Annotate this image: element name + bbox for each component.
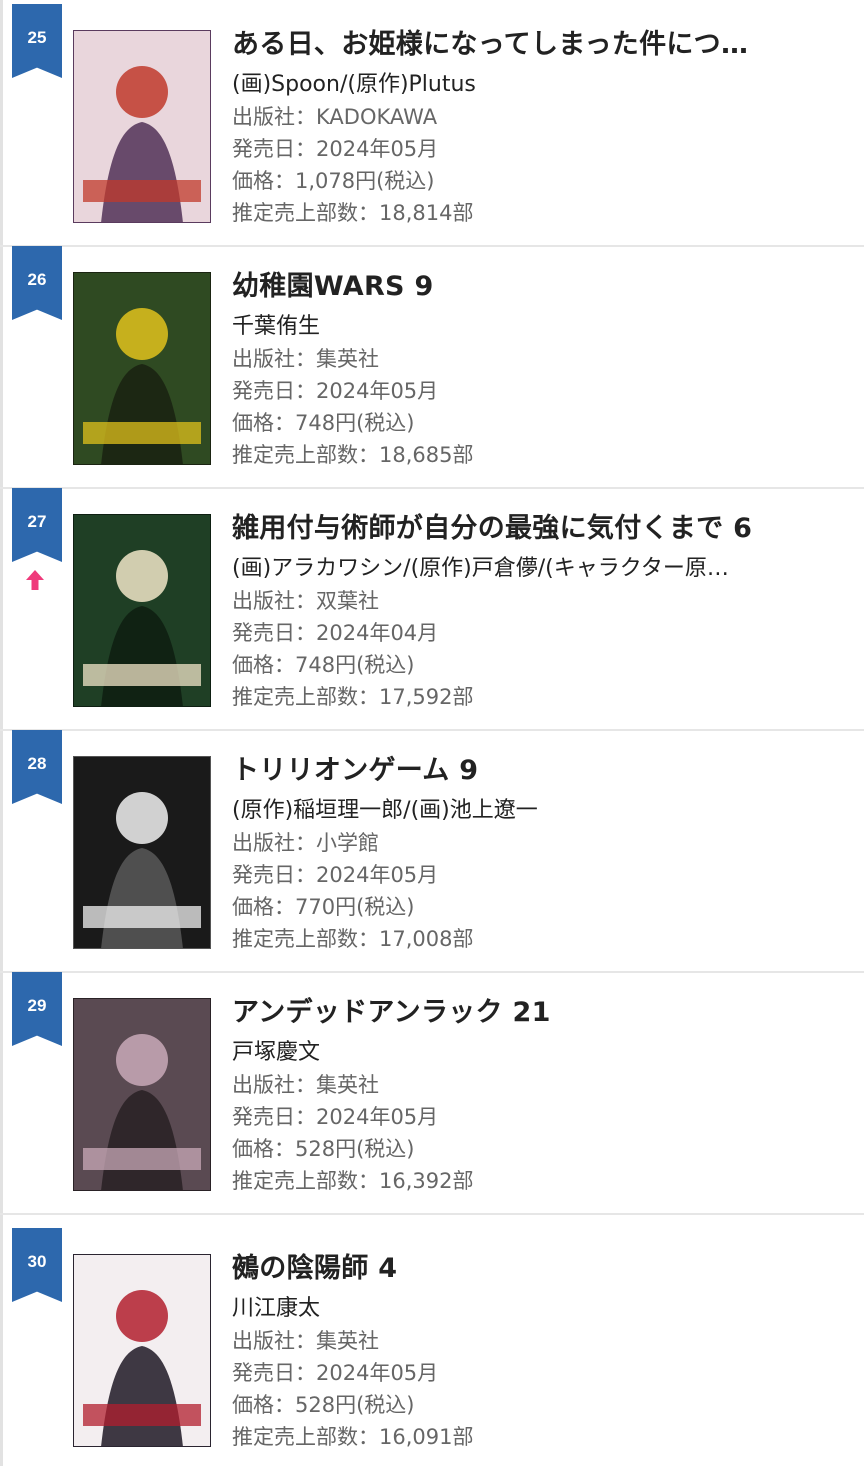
book-estimated-sales: 推定売上部数：16,091部 xyxy=(232,1425,474,1449)
book-publisher: 出版社：集英社 xyxy=(232,347,379,371)
book-publisher: 出版社：KADOKAWA xyxy=(232,105,438,129)
rank-number: 28 xyxy=(27,754,47,773)
book-price: 価格：528円(税込) xyxy=(232,1393,415,1417)
book-release-date: 発売日：2024年05月 xyxy=(232,379,439,403)
book-publisher: 出版社：集英社 xyxy=(232,1073,379,1097)
book-info: 幼稚園WARS 9 千葉侑生 出版社：集英社 発売日：2024年05月 価格：7… xyxy=(232,268,848,471)
ranking-entry[interactable]: 29 アンデッドアンラック 21 戸塚慶文 出版社：集英社 発売日：2024年0… xyxy=(0,972,864,1215)
book-cover-image[interactable] xyxy=(73,1254,211,1447)
rank-number: 26 xyxy=(27,270,47,289)
book-price: 価格：528円(税込) xyxy=(232,1137,415,1161)
book-author: 千葉侑生 xyxy=(232,314,321,339)
book-author: (原作)稲垣理一郎/(画)池上遼一 xyxy=(232,798,538,823)
book-estimated-sales: 推定売上部数：17,008部 xyxy=(232,927,474,951)
book-title-link[interactable]: 鵺の陰陽師 4 xyxy=(232,1250,848,1288)
book-price: 価格：748円(税込) xyxy=(232,653,415,677)
book-price: 価格：1,078円(税込) xyxy=(232,169,435,193)
book-cover-image[interactable] xyxy=(73,272,211,465)
book-info: 雑用付与術師が自分の最強に気付くまで 6 (画)アラカワシン/(原作)戸倉儚/(… xyxy=(232,510,848,713)
book-title-link[interactable]: アンデッドアンラック 21 xyxy=(232,994,848,1032)
rank-number: 25 xyxy=(27,28,47,47)
ranking-entry[interactable]: 25 ある日、お姫様になってしまった件につ… (画)Spoon/(原作)Plut… xyxy=(0,4,864,247)
book-release-date: 発売日：2024年05月 xyxy=(232,863,439,887)
book-author: (画)Spoon/(原作)Plutus xyxy=(232,72,476,97)
book-title-link[interactable]: 幼稚園WARS 9 xyxy=(232,268,848,306)
book-release-date: 発売日：2024年05月 xyxy=(232,1105,439,1129)
ranking-entry[interactable]: 26 幼稚園WARS 9 千葉侑生 出版社：集英社 発売日：2024年05月 価… xyxy=(0,246,864,489)
book-info: ある日、お姫様になってしまった件につ… (画)Spoon/(原作)Plutus … xyxy=(232,26,848,229)
book-info: トリリオンゲーム 9 (原作)稲垣理一郎/(画)池上遼一 出版社：小学館 発売日… xyxy=(232,752,848,955)
ranking-entry[interactable]: 27 雑用付与術師が自分の最強に気付くまで 6 (画)アラカワシン/(原作)戸倉… xyxy=(0,488,864,731)
book-cover-image[interactable] xyxy=(73,514,211,707)
book-title-link[interactable]: トリリオンゲーム 9 xyxy=(232,752,848,790)
rank-number: 30 xyxy=(27,1252,47,1271)
book-title-link[interactable]: 雑用付与術師が自分の最強に気付くまで 6 xyxy=(232,510,848,548)
rank-number: 27 xyxy=(27,512,47,531)
rank-number: 29 xyxy=(27,996,47,1015)
book-info: 鵺の陰陽師 4 川江康太 出版社：集英社 発売日：2024年05月 価格：528… xyxy=(232,1250,848,1453)
book-release-date: 発売日：2024年04月 xyxy=(232,621,439,645)
book-publisher: 出版社：小学館 xyxy=(232,831,379,855)
book-estimated-sales: 推定売上部数：16,392部 xyxy=(232,1169,474,1193)
book-cover-image[interactable] xyxy=(73,30,211,223)
ranking-entry[interactable]: 28 トリリオンゲーム 9 (原作)稲垣理一郎/(画)池上遼一 出版社：小学館 … xyxy=(0,730,864,973)
book-estimated-sales: 推定売上部数：18,814部 xyxy=(232,201,474,225)
ranking-entry[interactable]: 30 鵺の陰陽師 4 川江康太 出版社：集英社 発売日：2024年05月 価格：… xyxy=(0,1228,864,1471)
book-estimated-sales: 推定売上部数：18,685部 xyxy=(232,443,474,467)
book-release-date: 発売日：2024年05月 xyxy=(232,137,439,161)
book-price: 価格：748円(税込) xyxy=(232,411,415,435)
book-estimated-sales: 推定売上部数：17,592部 xyxy=(232,685,474,709)
up-arrow-icon xyxy=(26,570,44,590)
book-price: 価格：770円(税込) xyxy=(232,895,415,919)
book-cover-image[interactable] xyxy=(73,756,211,949)
book-author: 戸塚慶文 xyxy=(232,1040,321,1065)
book-title-link[interactable]: ある日、お姫様になってしまった件につ… xyxy=(232,26,848,64)
book-cover-image[interactable] xyxy=(73,998,211,1191)
book-publisher: 出版社：集英社 xyxy=(232,1329,379,1353)
book-author: 川江康太 xyxy=(232,1296,321,1321)
ranking-list: 25 ある日、お姫様になってしまった件につ… (画)Spoon/(原作)Plut… xyxy=(0,0,864,1466)
book-info: アンデッドアンラック 21 戸塚慶文 出版社：集英社 発売日：2024年05月 … xyxy=(232,994,848,1197)
book-author: (画)アラカワシン/(原作)戸倉儚/(キャラクター原… xyxy=(232,556,729,581)
book-publisher: 出版社：双葉社 xyxy=(232,589,379,613)
book-release-date: 発売日：2024年05月 xyxy=(232,1361,439,1385)
